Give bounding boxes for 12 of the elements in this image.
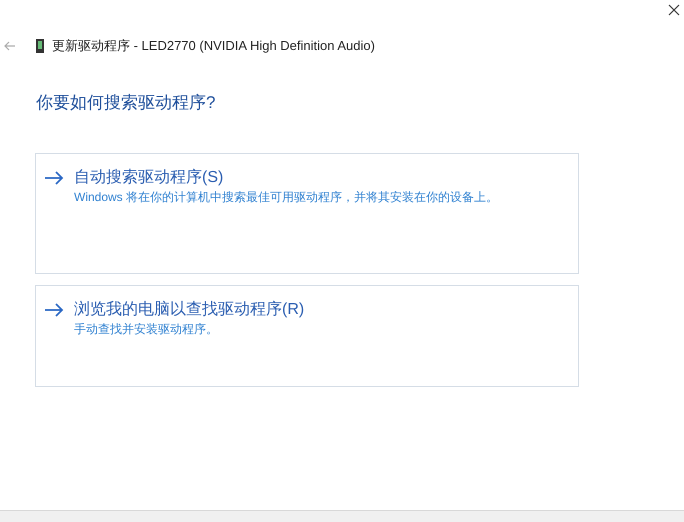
option-card[interactable]: 自动搜索驱动程序(S) Windows 将在你的计算机中搜索最佳可用驱动程序，并将其安装在你的设备上。 [35,152,579,274]
device-icon [36,39,44,53]
close-button[interactable] [666,2,682,18]
option-description: Windows 将在你的计算机中搜索最佳可用驱动程序，并将其安装在你的设备上。 [74,188,498,204]
arrow-icon [44,170,64,184]
arrow-icon [44,302,64,316]
window-title: 更新驱动程序 - LED2770 (NVIDIA High Definition Audio) [52,37,375,56]
option-title: 浏览我的电脑以查找驱动程序(R) [74,300,304,320]
option-description: 手动查找并安装驱动程序。 [74,320,219,336]
option-title: 自动搜索驱动程序(S) [74,168,224,188]
page-heading: 你要如何搜索驱动程序? [36,92,216,114]
option-card[interactable]: 浏览我的电脑以查找驱动程序(R) 手动查找并安装驱动程序。 [35,284,579,386]
